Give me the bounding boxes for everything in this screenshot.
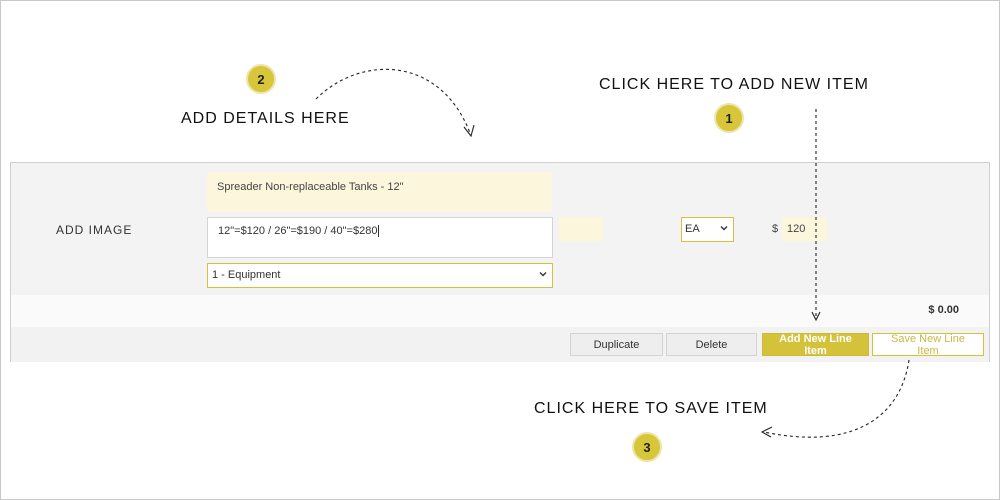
step-2-arrow xyxy=(315,68,471,134)
annotation-arrows xyxy=(315,68,910,438)
step-3-arrow xyxy=(763,359,910,438)
step-3-arrowhead xyxy=(760,426,773,438)
